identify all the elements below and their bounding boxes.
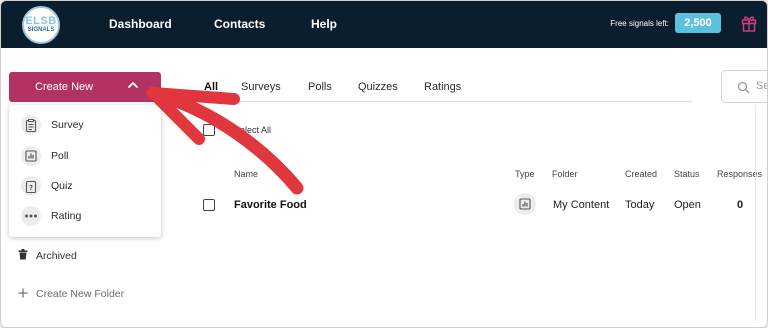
create-new-folder-label: Create New Folder [36, 288, 125, 300]
select-all-checkbox[interactable] [203, 124, 215, 136]
menu-item-rating[interactable]: Rating [21, 205, 151, 227]
poll-icon [514, 193, 536, 215]
brand-logo[interactable]: ELSB SIGNALS [22, 6, 60, 44]
svg-text:?: ? [29, 184, 33, 192]
column-header-status[interactable]: Status [674, 169, 700, 179]
menu-item-survey[interactable]: Survey [21, 114, 151, 136]
row-checkbox[interactable] [203, 199, 215, 211]
menu-item-label: Poll [51, 150, 69, 162]
trash-icon [18, 247, 28, 265]
gift-icon[interactable] [741, 14, 757, 32]
column-header-folder[interactable]: Folder [552, 169, 578, 179]
menu-item-label: Quiz [51, 180, 73, 192]
search-icon [737, 81, 750, 94]
menu-item-poll[interactable]: Poll [21, 145, 151, 167]
column-header-name[interactable]: Name [234, 169, 258, 179]
search-input[interactable]: Se [721, 70, 767, 103]
sidebar-item-archived[interactable]: Archived [18, 247, 77, 265]
free-signals-label: Free signals left: [610, 19, 669, 28]
nav-contacts[interactable]: Contacts [214, 17, 265, 31]
free-signals-count: 2,500 [675, 13, 721, 33]
select-all-label: Select All [234, 125, 272, 135]
row-responses: 0 [737, 199, 744, 211]
create-new-label: Create New [35, 81, 94, 93]
logo-text-bottom: SIGNALS [27, 27, 55, 33]
menu-item-label: Rating [51, 210, 82, 222]
menu-item-label: Survey [51, 119, 84, 131]
nav-dashboard[interactable]: Dashboard [109, 17, 172, 31]
survey-icon [21, 115, 41, 135]
panel-divider [755, 106, 756, 321]
tab-surveys[interactable]: Surveys [241, 81, 281, 93]
menu-item-quiz[interactable]: ? Quiz [21, 175, 151, 197]
tab-polls[interactable]: Polls [308, 81, 332, 93]
create-new-dropdown: Survey Poll ? Quiz Rating [9, 105, 161, 237]
logo-text-top: ELSB [25, 15, 57, 27]
nav-help[interactable]: Help [311, 17, 337, 31]
column-header-type[interactable]: Type [515, 169, 535, 179]
rating-icon [21, 206, 41, 226]
app-frame: ELSB SIGNALS Dashboard Contacts Help Fre… [0, 0, 768, 328]
row-name[interactable]: Favorite Food [234, 199, 307, 211]
plus-icon [18, 285, 28, 303]
quiz-icon: ? [21, 176, 41, 196]
tab-ratings[interactable]: Ratings [424, 81, 461, 93]
search-placeholder: Se [756, 80, 767, 92]
tab-quizzes[interactable]: Quizzes [358, 81, 398, 93]
tab-all[interactable]: All [204, 81, 218, 93]
tabs-divider [202, 101, 692, 102]
chevron-up-icon [127, 79, 139, 91]
row-status: Open [674, 199, 701, 211]
row-created: Today [625, 199, 655, 211]
create-new-button[interactable]: Create New [9, 72, 161, 102]
row-folder: My Content [553, 199, 610, 211]
create-new-folder-button[interactable]: Create New Folder [18, 285, 124, 303]
column-header-created[interactable]: Created [625, 169, 657, 179]
poll-icon [21, 146, 41, 166]
top-navbar: ELSB SIGNALS Dashboard Contacts Help Fre… [1, 1, 767, 48]
sidebar-item-label: Archived [36, 250, 77, 262]
